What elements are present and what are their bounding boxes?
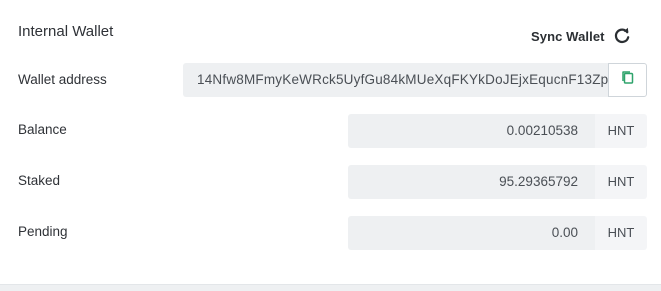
bottom-divider xyxy=(0,284,661,291)
staked-value-field[interactable]: 95.29365792 xyxy=(348,165,595,199)
pending-unit: HNT xyxy=(595,216,647,250)
wallet-address-field[interactable]: 14Nfw8MFmyKeWRck5UyfGu84kMUeXqFKYkDoJEjx… xyxy=(183,63,608,97)
internal-wallet-panel: Internal Wallet Sync Wallet Wallet addre… xyxy=(0,0,661,284)
balance-value-field[interactable]: 0.00210538 xyxy=(348,114,595,148)
copy-icon xyxy=(621,70,635,90)
panel-title: Internal Wallet xyxy=(18,23,114,40)
staked-label: Staked xyxy=(18,173,61,188)
staked-unit: HNT xyxy=(595,165,647,199)
balance-unit: HNT xyxy=(595,114,647,148)
pending-value-field[interactable]: 0.00 xyxy=(348,216,595,250)
balance-label: Balance xyxy=(18,122,67,137)
wallet-address-label: Wallet address xyxy=(18,72,107,87)
sync-wallet-label: Sync Wallet xyxy=(531,28,605,44)
pending-label: Pending xyxy=(18,224,68,239)
refresh-icon xyxy=(613,27,631,45)
sync-wallet-button[interactable]: Sync Wallet xyxy=(531,27,631,45)
copy-address-button[interactable] xyxy=(608,63,647,97)
